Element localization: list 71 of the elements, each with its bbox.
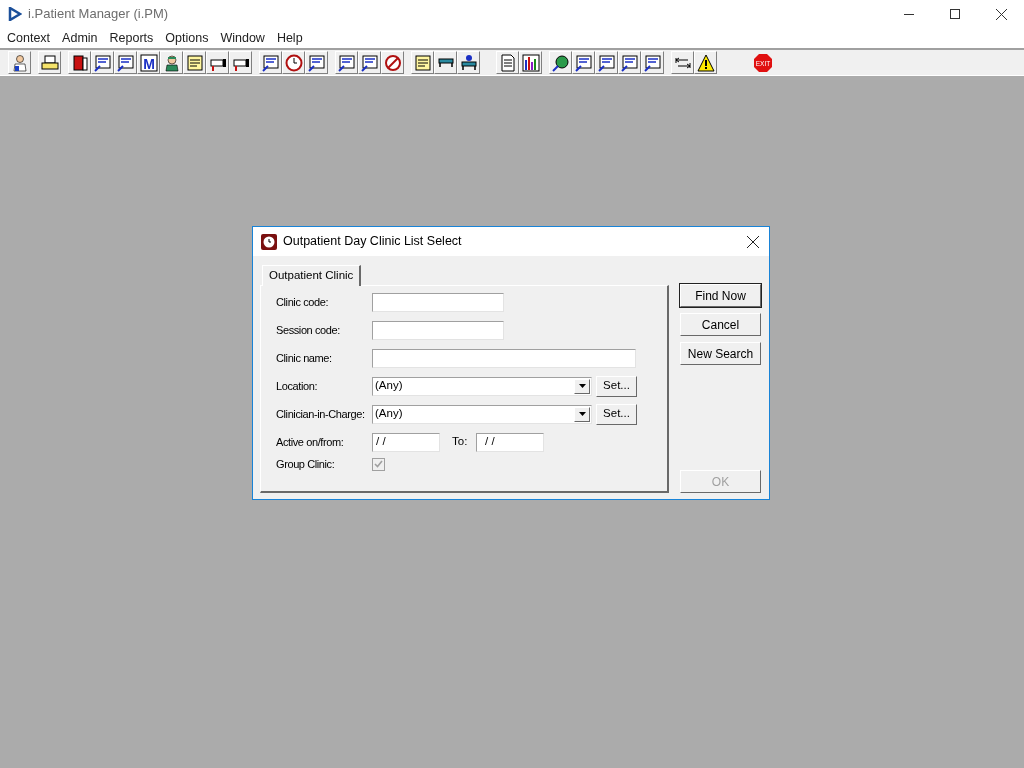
window-title: i.Patient Manager (i.PM) — [28, 5, 169, 24]
note-icon — [185, 53, 204, 72]
no-entry-icon — [383, 53, 402, 72]
toolbar-button[interactable] — [671, 51, 694, 74]
maximize-icon — [950, 9, 960, 19]
set-button[interactable]: Set... — [596, 403, 637, 425]
toolbar-button[interactable] — [282, 51, 305, 74]
toolbar-button[interactable] — [68, 51, 91, 74]
menu-item[interactable]: Window — [214, 28, 271, 48]
field-label: Session code: — [276, 322, 340, 338]
field-label: Active on/from: — [276, 434, 344, 450]
person-icon — [10, 53, 29, 72]
note-icon — [413, 53, 432, 72]
page-icon — [498, 53, 517, 72]
tab[interactable]: Outpatient Clinic — [262, 265, 362, 286]
close-button[interactable] — [745, 233, 761, 250]
toolbar-button[interactable] — [618, 51, 641, 74]
toolbar-button[interactable] — [641, 51, 664, 74]
field-label: Clinic code: — [276, 294, 329, 310]
menu-item[interactable]: Reports — [103, 28, 160, 48]
close-icon — [995, 8, 1007, 20]
input-field[interactable] — [372, 292, 504, 312]
menu-item[interactable]: Context — [1, 28, 57, 48]
close-icon — [747, 235, 759, 248]
form-icon — [574, 53, 593, 72]
toolbar-button[interactable]: M — [137, 51, 160, 74]
field-label: Clinic name: — [276, 350, 332, 366]
form-icon — [597, 53, 616, 72]
dialog-button[interactable]: New Search — [680, 342, 761, 365]
menu-item[interactable]: Options — [159, 28, 215, 48]
dropdown-field[interactable]: (Any) — [372, 376, 592, 396]
menu-item[interactable]: Help — [270, 28, 309, 48]
chart-icon — [521, 53, 540, 72]
toolbar-button[interactable] — [572, 51, 595, 74]
printer-icon — [40, 53, 59, 72]
toolbar-button[interactable] — [595, 51, 618, 74]
input-field[interactable] — [372, 320, 504, 340]
dialog-title: Outpatient Day Clinic List Select — [283, 233, 462, 251]
warning-icon — [696, 53, 715, 72]
toolbar-button[interactable] — [519, 51, 542, 74]
toolbar-button[interactable] — [8, 51, 31, 74]
set-button[interactable]: Set... — [596, 375, 637, 397]
toolbar-button[interactable] — [38, 51, 61, 74]
toolbar-button[interactable] — [358, 51, 381, 74]
field-label: Clinician-in-Charge: — [276, 406, 365, 422]
toolbar-button[interactable] — [434, 51, 457, 74]
field-label: Location: — [276, 378, 318, 394]
dropdown-field[interactable]: (Any) — [372, 404, 592, 424]
date-field[interactable]: / / — [476, 432, 544, 452]
doctor-icon — [162, 53, 181, 72]
bed-icon — [460, 54, 477, 71]
dialog-button[interactable]: Find Now — [680, 284, 761, 307]
toolbar-button[interactable] — [694, 51, 717, 74]
toolbar-button[interactable] — [381, 51, 404, 74]
toolbar-button[interactable] — [457, 51, 480, 74]
form-icon — [620, 53, 639, 72]
app-logo-icon — [8, 7, 22, 21]
clock-icon — [284, 53, 303, 72]
bed-icon — [437, 57, 454, 68]
minimize-icon — [904, 13, 914, 15]
date-field[interactable]: / / — [372, 432, 440, 452]
input-field[interactable] — [372, 348, 636, 368]
toolbar-button[interactable] — [160, 51, 183, 74]
menu-item[interactable]: Admin — [56, 28, 104, 48]
book-icon — [70, 53, 89, 72]
form-icon — [643, 53, 662, 72]
clock-icon — [261, 233, 277, 250]
form-icon — [360, 53, 379, 72]
dialog-button[interactable]: Cancel — [680, 313, 761, 336]
field-label: To: — [452, 434, 469, 450]
field-label: Group Clinic: — [276, 456, 335, 472]
